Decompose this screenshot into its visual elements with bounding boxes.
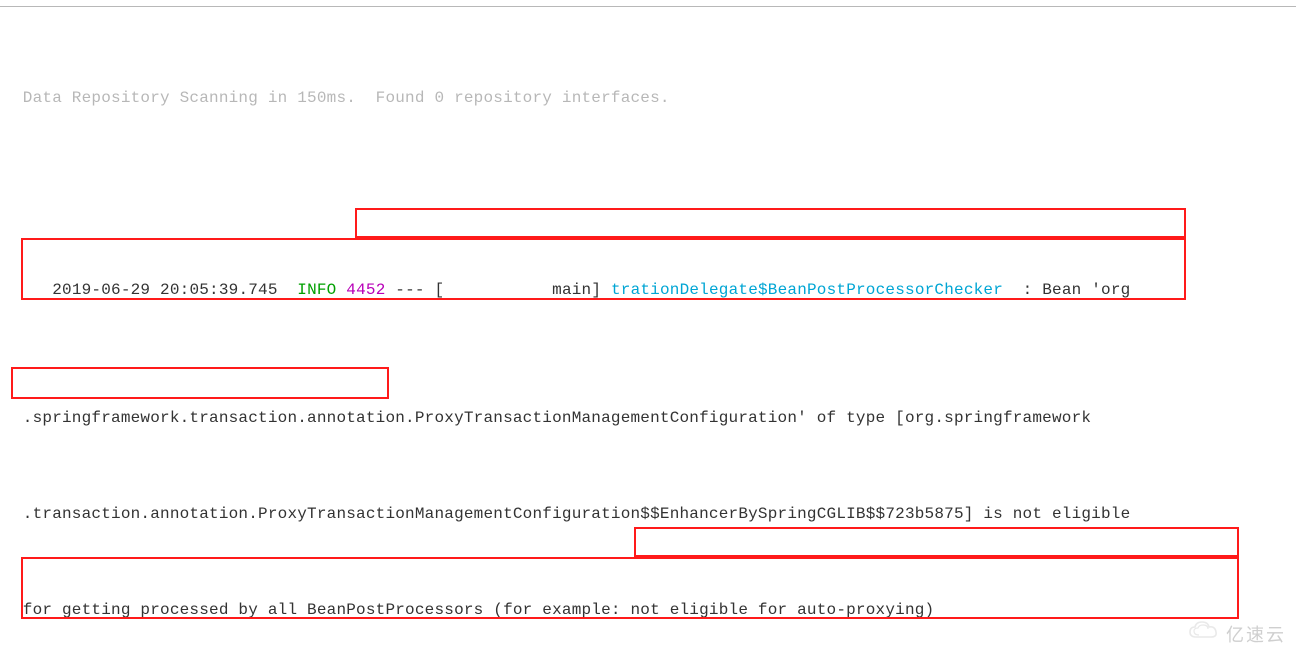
log-line: .springframework.transaction.annotation.… <box>13 402 1283 434</box>
log-line: 2019-06-29 20:05:39.745 INFO 4452 --- [ … <box>13 242 1283 338</box>
level-info: INFO <box>297 281 336 299</box>
log-line: .transaction.annotation.ProxyTransaction… <box>13 498 1283 530</box>
thread: main <box>552 281 591 299</box>
timestamp: 2019-06-29 20:05:39.745 <box>52 281 297 299</box>
pid: 4452 <box>336 281 385 299</box>
watermark-text: 亿速云 <box>1226 619 1286 651</box>
message: : Bean 'org <box>1003 281 1130 299</box>
separator: --- [ <box>386 281 553 299</box>
log-line: for getting processed by all BeanPostPro… <box>13 594 1283 626</box>
logger-class: trationDelegate$BeanPostProcessorChecker <box>611 281 1003 299</box>
log-line: Data Repository Scanning in 150ms. Found… <box>13 82 1283 114</box>
cloud-icon <box>1188 619 1220 651</box>
watermark: 亿速云 <box>1188 619 1286 651</box>
console-log-output: Data Repository Scanning in 150ms. Found… <box>0 0 1296 657</box>
separator: ] <box>591 281 611 299</box>
